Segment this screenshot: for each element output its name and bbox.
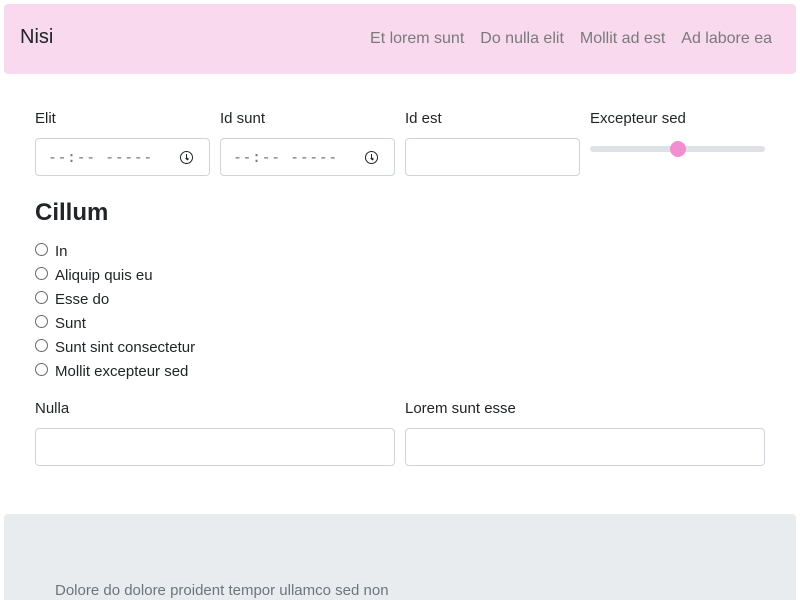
radio-option-label[interactable]: Sunt sint consectetur: [55, 339, 195, 356]
radio-group-cillum: In Aliquip quis eu Esse do Sunt Sunt sin…: [35, 239, 195, 383]
radio-button[interactable]: [35, 242, 48, 256]
navbar: Nisi Et lorem sunt Do nulla elit Mollit …: [4, 4, 796, 74]
radio-button[interactable]: [35, 266, 48, 280]
excepteur-sed-label: Excepteur sed: [590, 110, 686, 127]
radio-group-title: Cillum: [35, 199, 109, 226]
footer-text: Dolore do dolore proident tempor ullamco…: [55, 582, 389, 599]
footer: Dolore do dolore proident tempor ullamco…: [4, 514, 796, 600]
clock-icon[interactable]: [180, 151, 193, 164]
radio-option[interactable]: Aliquip quis eu: [35, 263, 195, 287]
id-sunt-label: Id sunt: [220, 110, 266, 127]
radio-button[interactable]: [35, 290, 48, 304]
radio-option[interactable]: Sunt: [35, 311, 195, 335]
id-sunt-time-input[interactable]: --:-- -----: [220, 138, 395, 176]
radio-option-label[interactable]: Sunt: [55, 315, 86, 332]
radio-button[interactable]: [35, 362, 48, 376]
nulla-label: Nulla: [35, 400, 70, 417]
clock-icon[interactable]: [365, 151, 378, 164]
id-sunt-time-value: --:-- -----: [233, 148, 338, 166]
nav-link-do-nulla-elit[interactable]: Do nulla elit: [480, 30, 564, 48]
radio-option-label[interactable]: Mollit excepteur sed: [55, 363, 188, 380]
nav-link-mollit-ad-est[interactable]: Mollit ad est: [580, 30, 665, 48]
radio-option[interactable]: Sunt sint consectetur: [35, 335, 195, 359]
radio-option-label[interactable]: Aliquip quis eu: [55, 267, 153, 284]
lorem-sunt-esse-input[interactable]: [405, 428, 765, 466]
id-est-input[interactable]: [405, 138, 580, 176]
radio-button[interactable]: [35, 314, 48, 328]
radio-option[interactable]: Esse do: [35, 287, 195, 311]
radio-button[interactable]: [35, 338, 48, 352]
radio-option[interactable]: In: [35, 239, 195, 263]
elit-time-value: --:-- -----: [48, 148, 153, 166]
nav-links: Et lorem sunt Do nulla elit Mollit ad es…: [354, 30, 772, 48]
nav-link-et-lorem-sunt[interactable]: Et lorem sunt: [370, 30, 464, 48]
radio-option-label[interactable]: Esse do: [55, 291, 109, 308]
elit-time-input[interactable]: --:-- -----: [35, 138, 210, 176]
brand-logo-text[interactable]: Nisi: [20, 26, 53, 49]
id-est-label: Id est: [405, 110, 442, 127]
nav-link-ad-labore-ea[interactable]: Ad labore ea: [681, 30, 772, 48]
slider-thumb[interactable]: [669, 141, 686, 157]
radio-option-label[interactable]: In: [55, 243, 68, 260]
nulla-input[interactable]: [35, 428, 395, 466]
radio-option[interactable]: Mollit excepteur sed: [35, 359, 195, 383]
elit-label: Elit: [35, 110, 56, 127]
lorem-sunt-esse-label: Lorem sunt esse: [405, 400, 516, 417]
